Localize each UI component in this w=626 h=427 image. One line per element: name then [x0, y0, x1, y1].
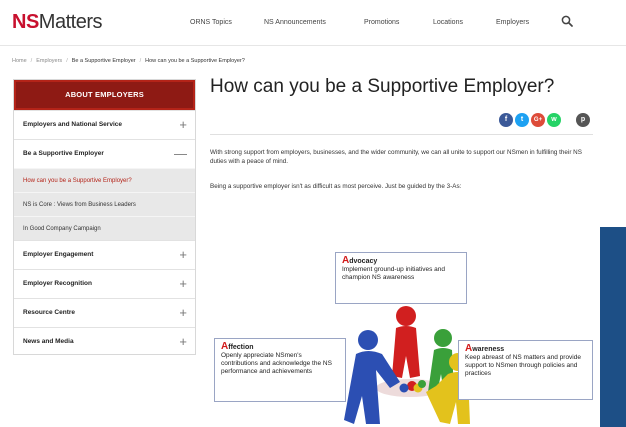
expand-icon[interactable]: + — [179, 241, 187, 268]
sidebar-item-label: News and Media — [23, 338, 74, 345]
facebook-share-icon[interactable]: f — [499, 113, 513, 127]
divider — [210, 134, 593, 135]
advocacy-title: dvocacy — [349, 258, 378, 265]
breadcrumb-supportive-employer[interactable]: Be a Supportive Employer — [72, 58, 136, 64]
sidebar-item-supportive-employer[interactable]: Be a Supportive Employer — — [14, 139, 195, 168]
nav-locations[interactable]: Locations — [433, 19, 463, 26]
nav-ns-announcements[interactable]: NS Announcements — [264, 19, 326, 26]
print-icon[interactable]: p — [576, 113, 590, 127]
awareness-text: Keep abreast of NS matters and provide s… — [465, 354, 581, 377]
expand-icon[interactable]: + — [179, 111, 187, 138]
twitter-share-icon[interactable]: t — [515, 113, 529, 127]
site-logo[interactable]: NSMatters — [12, 11, 102, 34]
affection-text: Openly appreciate NSmen's contributions … — [221, 352, 332, 375]
nav-promotions[interactable]: Promotions — [364, 19, 399, 26]
sidebar-item-employer-recognition[interactable]: Employer Recognition + — [14, 269, 195, 298]
page-title: How can you be a Supportive Employer? — [210, 76, 555, 97]
whatsapp-share-icon[interactable]: w — [547, 113, 561, 127]
sidebar-item-label: Employers and National Service — [23, 121, 122, 128]
sidebar-subitem-how-can-you[interactable]: How can you be a Supportive Employer? — [14, 168, 195, 192]
breadcrumb-separator: / — [66, 58, 68, 64]
sidebar-item-label: Employer Recognition — [23, 280, 92, 287]
nav-employers[interactable]: Employers — [496, 19, 529, 26]
intro-text: With strong support from employers, busi… — [210, 149, 582, 165]
breadcrumb-current: How can you be a Supportive Employer? — [145, 58, 245, 64]
sidebar-subitem-good-company[interactable]: In Good Company Campaign — [14, 216, 195, 240]
collapse-icon[interactable]: — — [174, 140, 187, 167]
side-panel-tab[interactable] — [600, 227, 626, 427]
nav-orns-topics[interactable]: ORNS Topics — [190, 19, 232, 26]
logo-matters: Matters — [38, 11, 103, 33]
expand-icon[interactable]: + — [179, 270, 187, 297]
sidebar: ABOUT EMPLOYERS Employers and National S… — [13, 79, 196, 355]
three-as-diagram: Advocacy Implement ground-up initiatives… — [210, 240, 600, 427]
sidebar-heading: ABOUT EMPLOYERS — [14, 80, 195, 110]
google-plus-share-icon[interactable]: G+ — [531, 113, 545, 127]
expand-icon[interactable]: + — [179, 299, 187, 326]
affection-title: ffection — [228, 344, 254, 351]
expand-icon[interactable]: + — [179, 328, 187, 355]
advocacy-text: Implement ground-up initiatives and cham… — [342, 266, 445, 281]
sidebar-item-resource-centre[interactable]: Resource Centre + — [14, 298, 195, 327]
breadcrumb-separator: / — [139, 58, 142, 64]
sidebar-item-label: Employer Engagement — [23, 251, 94, 258]
awareness-callout: Awareness Keep abreast of NS matters and… — [458, 340, 593, 400]
sidebar-item-employers-and-ns[interactable]: Employers and National Service + — [14, 110, 195, 139]
search-icon[interactable] — [561, 15, 573, 27]
sidebar-item-news-and-media[interactable]: News and Media + — [14, 327, 195, 356]
advocacy-callout: Advocacy Implement ground-up initiatives… — [335, 252, 467, 304]
sidebar-subitem-ns-is-core[interactable]: NS is Core : Views from Business Leaders — [14, 192, 195, 216]
breadcrumb-home[interactable]: Home — [12, 58, 27, 64]
breadcrumb-employers[interactable]: Employers — [36, 58, 62, 64]
breadcrumb: Home / Employers / Be a Supportive Employer /… — [12, 58, 245, 64]
sidebar-item-label: Resource Centre — [23, 309, 76, 316]
awareness-title: wareness — [472, 346, 505, 353]
site-header: NSMatters ORNS Topics NS Announcements P… — [0, 0, 626, 46]
sidebar-item-label: Be a Supportive Employer — [23, 150, 104, 157]
breadcrumb-separator: / — [30, 58, 33, 64]
guide-text: Being a supportive employer isn't as dif… — [210, 183, 462, 190]
logo-ns: NS — [12, 11, 39, 33]
affection-callout: Affection Openly appreciate NSmen's cont… — [214, 338, 346, 402]
sidebar-item-employer-engagement[interactable]: Employer Engagement + — [14, 240, 195, 269]
